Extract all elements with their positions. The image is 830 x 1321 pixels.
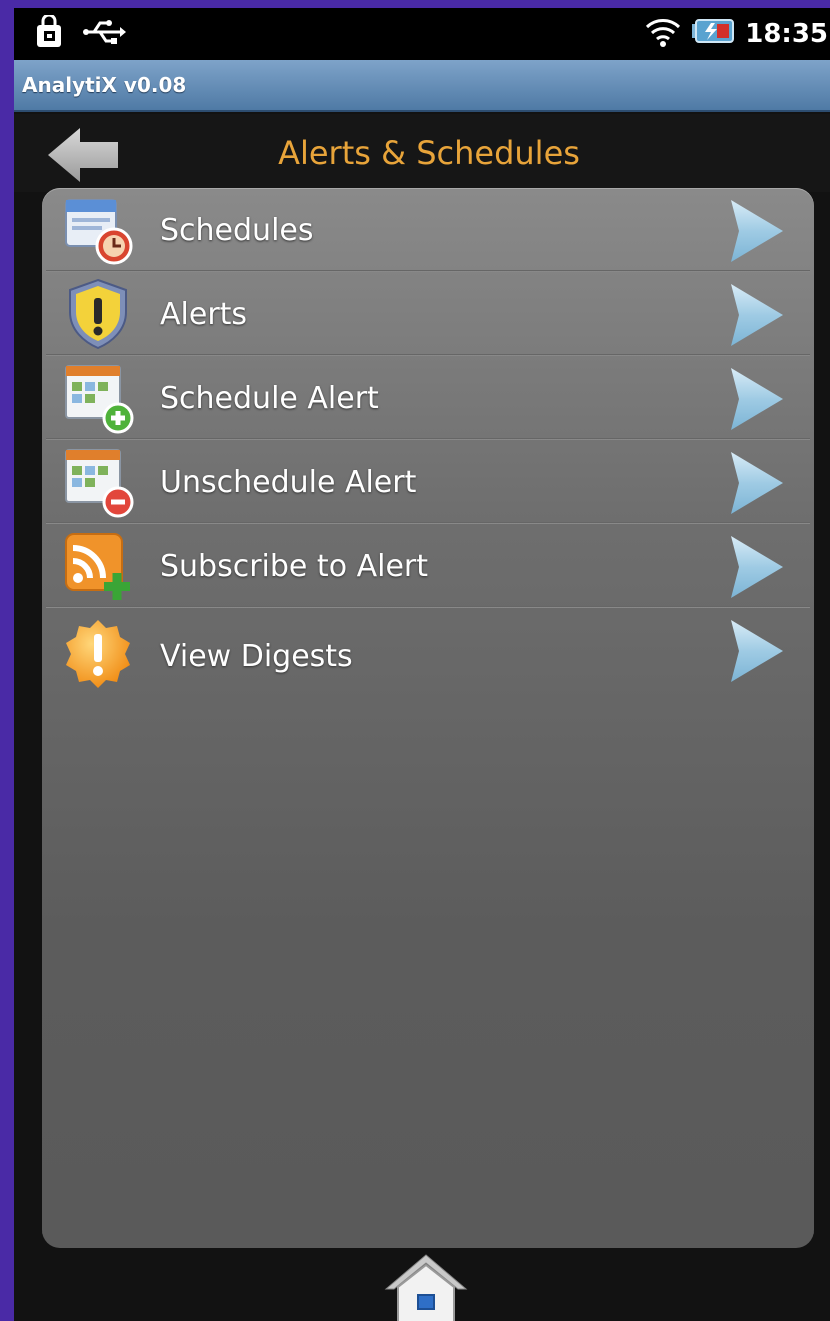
device-screen: 18:35 AnalytiX v0.08 Alerts & Schedules [14,8,830,1321]
page-header: Alerts & Schedules [14,114,830,192]
chevron-right-icon [731,200,783,262]
calendar-remove-icon [65,449,134,518]
battery-icon [691,18,735,50]
home-button[interactable] [384,1253,468,1321]
calendar-clock-icon [65,199,133,265]
menu-item-label: Subscribe to Alert [160,548,428,584]
calendar-add-icon [65,365,134,434]
rss-add-icon [65,533,130,600]
wifi-icon [645,17,681,51]
menu-item-alerts[interactable]: Alerts [42,272,814,356]
chevron-right-icon [731,368,783,430]
shield-warning-icon [69,278,127,350]
usb-icon [82,17,126,51]
menu-item-view-digests[interactable]: View Digests [42,608,814,704]
chevron-right-icon [731,620,783,682]
bottom-bar [14,1253,830,1321]
chevron-right-icon [731,284,783,346]
app-title: AnalytiX v0.08 [22,73,187,97]
menu-item-unschedule-alert[interactable]: Unschedule Alert [42,440,814,524]
chevron-right-icon [731,536,783,598]
chevron-right-icon [731,452,783,514]
menu-panel: Schedules Alerts Schedule Alert Unschedu… [42,188,814,1248]
menu-item-label: Alerts [160,296,248,332]
menu-item-subscribe-to-alert[interactable]: Subscribe to Alert [42,524,814,608]
menu-item-schedule-alert[interactable]: Schedule Alert [42,356,814,440]
menu-item-label: View Digests [160,638,353,674]
exclamation-badge-icon [66,620,130,688]
home-icon [384,1254,468,1321]
app-title-bar: AnalytiX v0.08 [14,60,830,112]
lock-bag-icon [34,13,66,53]
menu-item-schedules[interactable]: Schedules [42,188,814,272]
menu-item-label: Schedules [160,212,314,248]
status-bar: 18:35 [14,8,830,60]
status-time: 18:35 [745,19,828,49]
menu-item-label: Unschedule Alert [160,464,417,500]
menu-item-label: Schedule Alert [160,380,379,416]
page-title: Alerts & Schedules [278,134,580,172]
